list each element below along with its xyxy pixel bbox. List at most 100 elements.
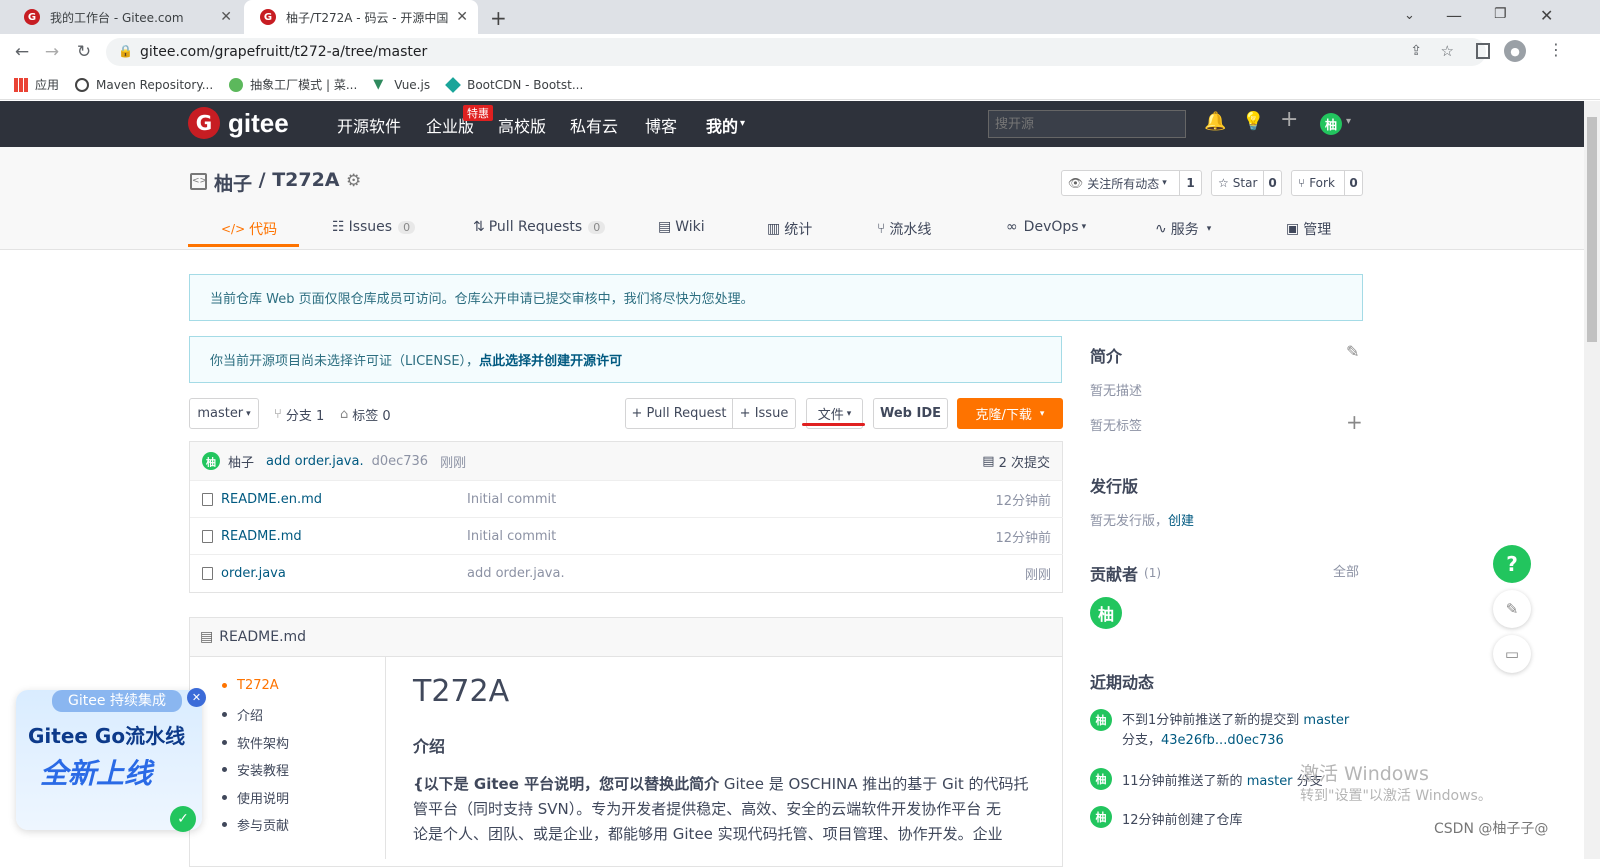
file-commit-message[interactable]: Initial commit <box>467 492 967 507</box>
toc-item[interactable]: T272A <box>222 678 279 693</box>
tab-stats[interactable]: ▥ 统计 <box>767 219 812 239</box>
share-icon[interactable]: ⇪ <box>1410 43 1422 59</box>
contributors-title: 贡献者 <box>1090 565 1139 584</box>
create-release-link[interactable]: 创建 <box>1168 510 1194 529</box>
toc-item[interactable]: 软件架构 <box>222 733 289 752</box>
bookmark-vue[interactable]: ▼ Vue.js <box>373 77 430 92</box>
repo-name[interactable]: T272A <box>272 169 339 196</box>
webide-button[interactable]: Web IDE <box>873 398 948 429</box>
address-bar: ← → ↻ 🔒 gitee.com/grapefruitt/t272-a/tre… <box>0 34 1600 70</box>
promo-widget[interactable]: Gitee 持续集成 Gitee Go流水线 全新上线 ✓ <box>16 690 202 832</box>
chat-icon[interactable]: ▭ <box>1493 635 1531 673</box>
feedback-edit-icon[interactable]: ✎ <box>1493 590 1531 628</box>
tab-label: 服务 <box>1170 222 1199 238</box>
bookmark-bootcdn[interactable]: BootCDN - Bootst... <box>445 76 583 93</box>
tab-search-icon[interactable]: ⌄ <box>1404 8 1415 23</box>
commit-author-avatar[interactable]: 柚 <box>202 452 220 470</box>
activity-avatar[interactable]: 柚 <box>1090 709 1112 731</box>
all-contributors-link[interactable]: 全部 <box>1333 561 1359 580</box>
watch-button[interactable]: 👁 关注所有动态 ▾ 1 <box>1061 170 1202 196</box>
tab-wiki[interactable]: ▤ Wiki <box>658 219 705 235</box>
activity-branch-link[interactable]: master <box>1303 713 1349 728</box>
file-commit-message[interactable]: add order.java. <box>467 566 967 581</box>
commit-count-link[interactable]: ▤ 2 次提交 <box>982 452 1050 471</box>
toc-item[interactable]: 参与贡献 <box>222 815 289 834</box>
profile-icon[interactable]: ● <box>1504 40 1526 62</box>
file-name[interactable]: order.java <box>221 566 467 581</box>
restore-icon[interactable]: ❐ <box>1494 6 1507 22</box>
toc-item[interactable]: 介绍 <box>222 705 263 724</box>
watch-label: 关注所有动态 <box>1087 176 1160 191</box>
scrollbar-thumb[interactable] <box>1587 117 1597 342</box>
branch-select[interactable]: master ▾ <box>189 398 259 429</box>
file-name[interactable]: README.md <box>221 529 467 544</box>
tab-issues[interactable]: ☷ Issues 0 <box>332 219 416 235</box>
manage-icon: ▣ <box>1286 221 1300 237</box>
tab-count: 0 <box>398 220 416 234</box>
commit-author[interactable]: 柚子 <box>228 452 254 471</box>
lightbulb-icon[interactable]: 💡 <box>1242 111 1264 132</box>
file-name[interactable]: README.en.md <box>221 492 467 507</box>
activity-avatar[interactable]: 柚 <box>1090 768 1112 790</box>
bookmark-apps[interactable]: 应用 <box>14 76 59 93</box>
bookmark-star-icon[interactable]: ☆ <box>1441 42 1454 60</box>
toc-item[interactable]: 安装教程 <box>222 760 289 779</box>
license-link[interactable]: 点此选择并创建开源许可 <box>479 350 622 369</box>
window-close-icon[interactable]: ✕ <box>1540 6 1553 25</box>
repo-owner[interactable]: 柚子 <box>214 169 252 196</box>
bookmark-runoob[interactable]: 抽象工厂模式 | 菜... <box>229 76 357 93</box>
commit-message[interactable]: add order.java. <box>266 454 364 469</box>
new-pull-request-button[interactable]: + Pull Request <box>625 398 733 429</box>
forward-icon[interactable]: → <box>40 40 64 64</box>
promo-close-icon[interactable]: ✕ <box>187 688 206 707</box>
search-input[interactable] <box>988 110 1186 138</box>
user-avatar[interactable]: 柚 <box>1320 113 1342 135</box>
tab-services[interactable]: ∿ 服务 ▾ <box>1155 219 1211 239</box>
help-button[interactable]: ? <box>1493 545 1531 583</box>
badge-icon[interactable]: ⚙ <box>346 171 361 191</box>
back-icon[interactable]: ← <box>10 40 34 64</box>
activity-compare-link[interactable]: 43e26fb...d0ec736 <box>1161 733 1284 748</box>
tab-label: 流水线 <box>889 222 932 238</box>
bell-icon[interactable]: 🔔 <box>1204 111 1226 132</box>
activity-branch-link[interactable]: master <box>1247 774 1293 789</box>
menu-kebab-icon[interactable]: ⋮ <box>1548 40 1564 59</box>
activity-avatar[interactable]: 柚 <box>1090 806 1112 828</box>
close-icon[interactable]: ✕ <box>456 9 468 25</box>
tags-link[interactable]: ⌂ 标签 0 <box>340 405 391 424</box>
branches-link[interactable]: ⑂ 分支 1 <box>274 405 324 424</box>
tab-manage[interactable]: ▣ 管理 <box>1286 219 1331 239</box>
bookmark-maven[interactable]: Maven Repository... <box>75 77 213 92</box>
nav-university[interactable]: 高校版 <box>498 113 546 137</box>
nav-blog[interactable]: 博客 <box>645 113 677 137</box>
browser-tab-active[interactable]: G 柚子/T272A - 码云 - 开源中国 ✕ <box>244 0 478 34</box>
tab-pipeline[interactable]: ⑂ 流水线 <box>877 219 931 239</box>
clone-download-button[interactable]: 克隆/下载 ▾ <box>957 398 1063 429</box>
nav-private-cloud[interactable]: 私有云 <box>570 113 618 137</box>
reload-icon[interactable]: ↻ <box>72 40 96 64</box>
new-tab-icon[interactable]: + <box>490 6 507 30</box>
add-tag-icon[interactable]: + <box>1346 410 1363 434</box>
toc-item[interactable]: 使用说明 <box>222 788 289 807</box>
contributor-avatar[interactable]: 柚 <box>1090 597 1122 629</box>
nav-mine[interactable]: 我的 <box>706 113 738 137</box>
edit-icon[interactable]: ✎ <box>1346 342 1359 361</box>
book-icon: ▤ <box>200 629 214 645</box>
page-scrollbar[interactable] <box>1584 101 1600 859</box>
side-panel-icon[interactable] <box>1476 43 1490 59</box>
url-field[interactable]: 🔒 gitee.com/grapefruitt/t272-a/tree/mast… <box>106 38 1486 66</box>
nav-opensource[interactable]: 开源软件 <box>337 113 401 137</box>
plus-icon[interactable]: + <box>1280 107 1298 132</box>
fork-button[interactable]: ⑂ Fork 0 <box>1291 170 1363 196</box>
tab-code[interactable]: </> 代码 <box>221 219 277 239</box>
browser-tab[interactable]: G 我的工作台 - Gitee.com ✕ <box>8 0 242 34</box>
star-button[interactable]: ☆ Star 0 <box>1211 170 1282 196</box>
file-commit-message[interactable]: Initial commit <box>467 529 967 544</box>
close-icon[interactable]: ✕ <box>220 9 232 25</box>
tab-devops[interactable]: ∞ DevOps ▾ <box>1006 219 1086 235</box>
tab-pull-requests[interactable]: ⇅ Pull Requests 0 <box>473 219 606 235</box>
minimize-icon[interactable]: — <box>1446 6 1462 25</box>
gitee-logo[interactable]: G gitee <box>188 107 289 139</box>
new-issue-button[interactable]: + Issue <box>732 398 796 429</box>
commit-hash[interactable]: d0ec736 <box>372 454 428 469</box>
